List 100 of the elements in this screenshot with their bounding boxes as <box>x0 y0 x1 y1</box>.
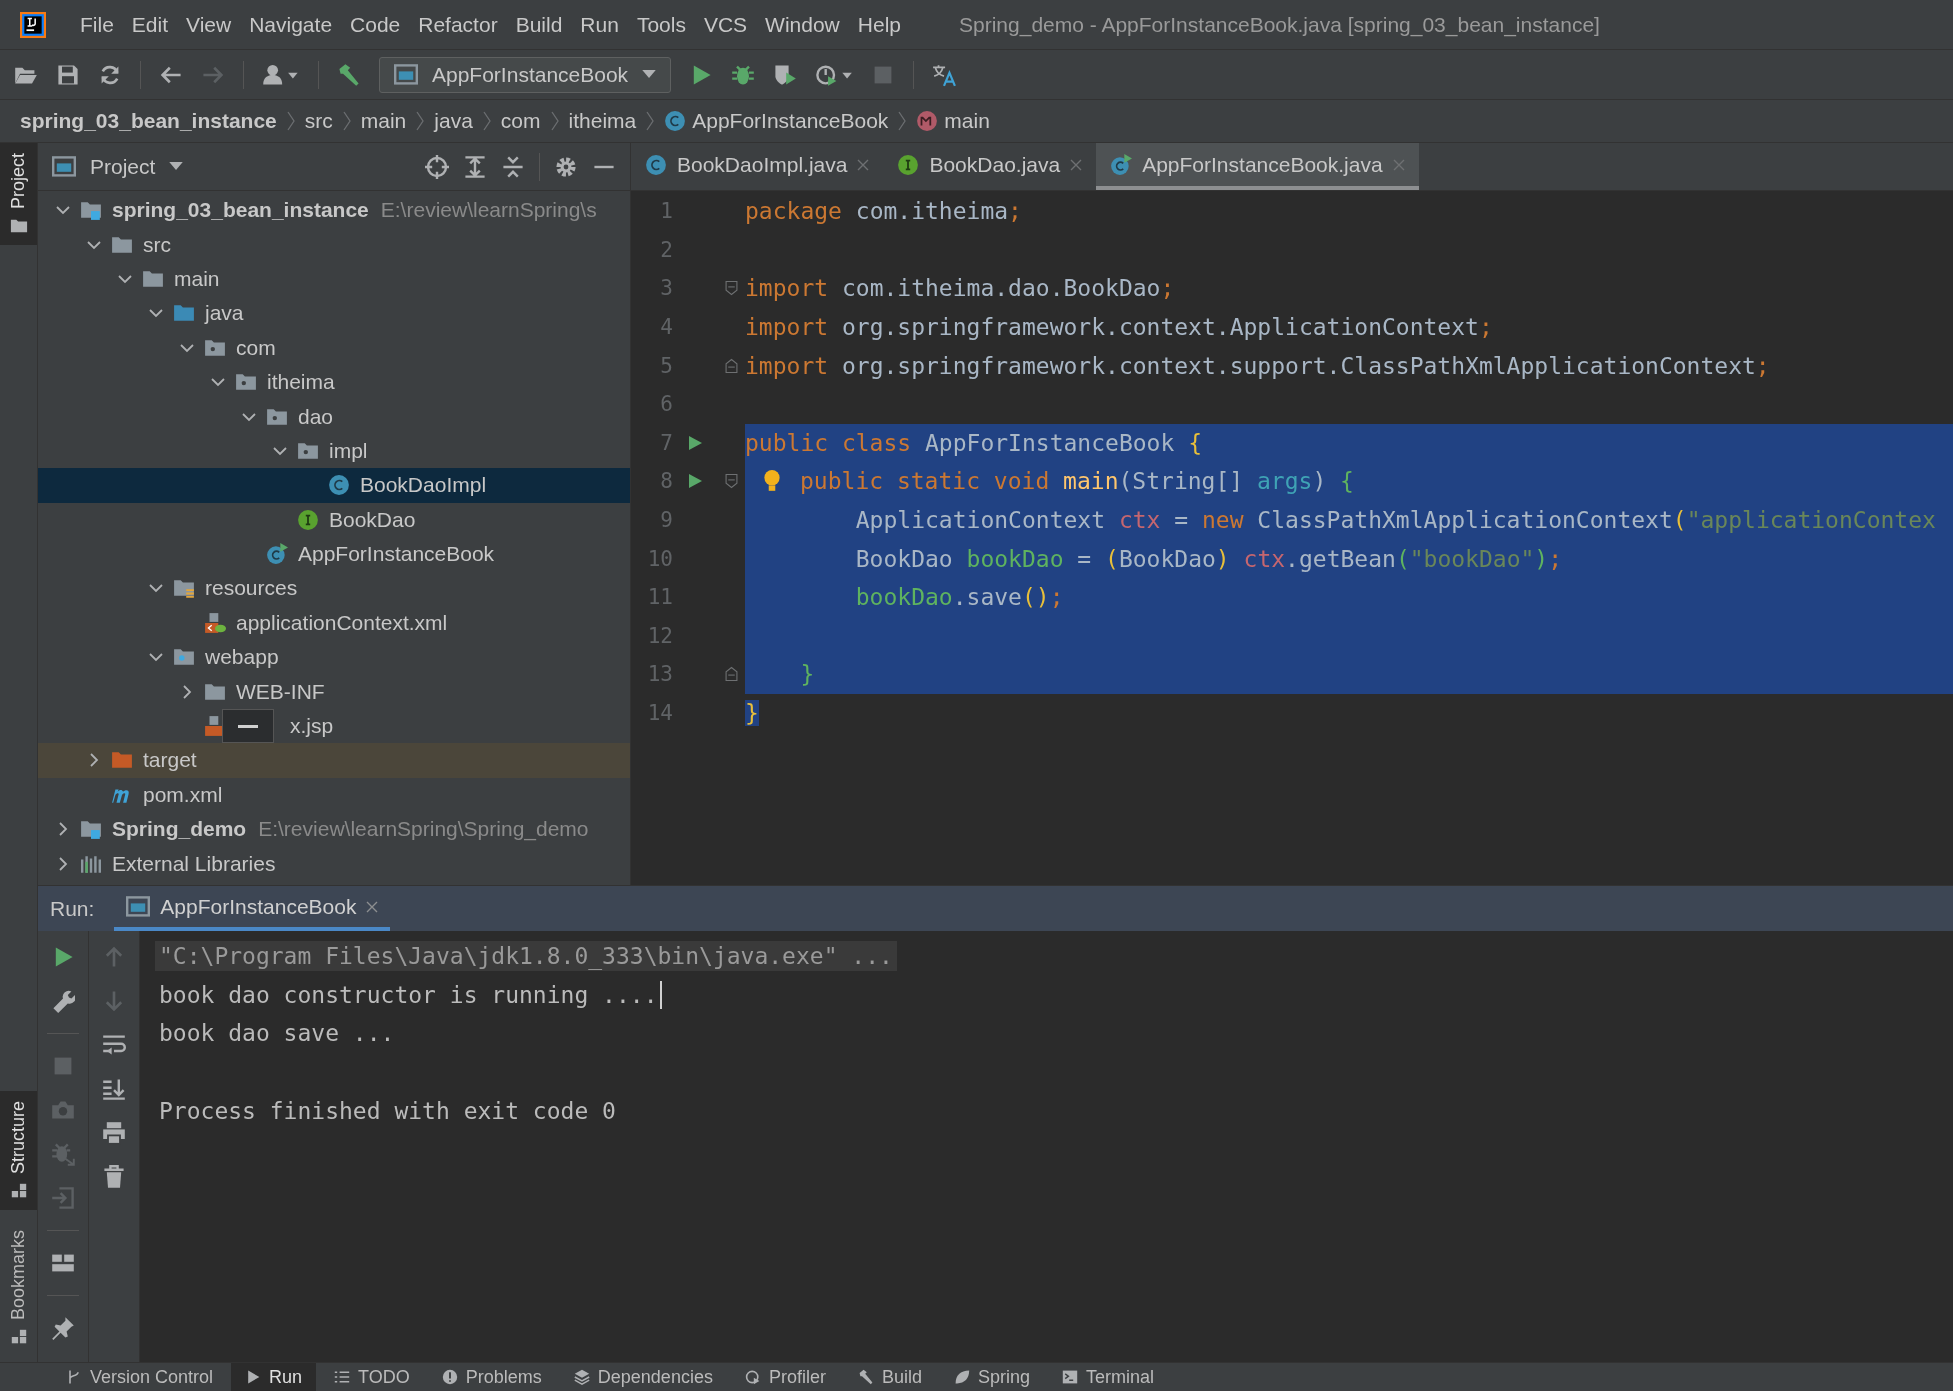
tree-item[interactable]: java <box>38 296 630 331</box>
tool-window-tab[interactable]: Build <box>843 1363 936 1391</box>
breadcrumb-item[interactable]: main <box>916 109 990 133</box>
editor-tab[interactable]: BookDao.java <box>883 143 1097 190</box>
translate-icon[interactable] <box>932 62 957 87</box>
breadcrumb-item[interactable]: spring_03_bean_instance <box>20 109 277 133</box>
fold-icon[interactable] <box>724 357 738 374</box>
chevron-separator-icon <box>342 110 351 132</box>
breadcrumb-item[interactable]: AppForInstanceBook <box>664 109 889 133</box>
chevron-separator-icon <box>898 110 907 132</box>
breadcrumb-item[interactable]: java <box>434 109 473 133</box>
menu-item[interactable]: Edit <box>123 8 177 41</box>
fold-icon[interactable] <box>724 666 738 683</box>
menu-item[interactable]: File <box>72 8 122 41</box>
hammer-icon <box>857 1369 874 1385</box>
tree-item[interactable]: main <box>38 261 630 297</box>
lightbulb-icon[interactable] <box>763 469 781 494</box>
menu-item[interactable]: Tools <box>628 8 694 41</box>
console-output: book dao save ... <box>159 1020 395 1047</box>
module-folder-icon <box>80 199 102 222</box>
tool-window-tab[interactable]: TODO <box>320 1363 424 1391</box>
menu-item[interactable]: VCS <box>695 8 756 41</box>
print-icon[interactable] <box>102 1121 126 1145</box>
soft-wrap-icon[interactable] <box>102 1033 126 1057</box>
tool-window-tab[interactable]: Dependencies <box>559 1363 727 1391</box>
logo-icon <box>20 11 46 38</box>
menu-item[interactable]: Navigate <box>241 8 341 41</box>
module-folder-icon <box>80 818 102 841</box>
settings-icon[interactable] <box>554 154 578 179</box>
tree-item[interactable]: target <box>38 743 630 778</box>
tree-item[interactable]: WEB-INF <box>38 674 630 709</box>
tree-item[interactable]: dao <box>38 399 630 434</box>
tool-window-tab[interactable]: Run <box>231 1363 317 1391</box>
tool-window-tab[interactable]: Version Control <box>52 1363 228 1391</box>
caret-icon[interactable] <box>169 162 184 171</box>
save-icon[interactable] <box>56 62 80 87</box>
menu-item[interactable]: Build <box>507 8 571 41</box>
menu-item[interactable]: Run <box>572 8 627 41</box>
line-number: 5 <box>659 353 673 378</box>
run-gutter-icon[interactable] <box>687 434 703 451</box>
run-config-dropdown[interactable]: AppForInstanceBook <box>379 56 672 93</box>
code-line: package com.itheima; <box>745 198 1022 225</box>
minus-button[interactable] <box>222 709 274 744</box>
editor-tab[interactable]: AppForInstanceBook.java <box>1096 143 1419 190</box>
tree-item[interactable]: impl <box>38 433 630 469</box>
tree-item[interactable]: src <box>38 227 630 262</box>
coverage-shield-icon[interactable] <box>773 62 798 87</box>
wrench-icon[interactable] <box>51 989 75 1013</box>
configuration-tab[interactable]: AppForInstanceBook <box>114 886 391 931</box>
breadcrumb-item[interactable]: main <box>360 109 407 133</box>
tree-item[interactable]: External Libraries <box>38 846 630 881</box>
fold-icon[interactable] <box>724 473 738 490</box>
tree-item[interactable]: Spring_demo E:\review\learnSpring\Spring_demo <box>38 812 630 847</box>
editor-tab[interactable]: BookDaoImpl.java <box>631 143 884 190</box>
window-title: Spring_demo - AppForInstanceBook.java [spring_03_bean_instance] <box>959 12 1600 37</box>
expand-all-icon[interactable] <box>463 154 487 179</box>
scroll-to-end-icon[interactable] <box>102 1077 126 1101</box>
interface-icon <box>297 508 319 531</box>
tree-item[interactable]: AppForInstanceBook <box>38 536 630 572</box>
pin-icon[interactable] <box>51 1316 75 1340</box>
user-dropdown-icon[interactable] <box>262 62 300 87</box>
tree-item[interactable]: resources <box>38 571 630 606</box>
tool-window-tab[interactable]: Problems <box>427 1363 556 1391</box>
line-number: 10 <box>646 546 673 571</box>
tool-window-tab[interactable]: Terminal <box>1048 1363 1168 1391</box>
tree-item[interactable]: applicationContext.xml <box>38 605 630 641</box>
chevron-separator-icon <box>482 110 491 132</box>
line-number: 14 <box>646 701 673 725</box>
tree-item[interactable]: itheima <box>38 364 630 400</box>
class-icon <box>266 543 288 566</box>
fold-icon[interactable] <box>724 280 738 297</box>
tree-item[interactable]: webapp <box>38 640 630 675</box>
crosshair-icon[interactable] <box>425 154 449 179</box>
collapse-all-icon[interactable] <box>501 154 525 179</box>
breadcrumb-item[interactable]: src <box>304 109 333 133</box>
tool-window-tab[interactable]: Structure <box>0 1090 37 1210</box>
breadcrumb-item[interactable]: itheima <box>568 109 637 133</box>
trash-icon[interactable] <box>102 1165 126 1189</box>
tool-window-tab[interactable]: Spring <box>939 1363 1044 1391</box>
menu-item[interactable]: Help <box>849 8 909 41</box>
close-icon[interactable] <box>366 900 379 913</box>
tree-item[interactable]: spring_03_bean_instance E:\review\learnSpring\s <box>38 193 630 228</box>
breadcrumb-item[interactable]: com <box>500 109 541 133</box>
line-number: 7 <box>659 430 673 455</box>
menu-item[interactable]: Refactor <box>410 8 506 41</box>
panel-title[interactable]: Project <box>90 154 156 179</box>
tool-window-tab[interactable]: Bookmarks <box>0 1219 37 1356</box>
tree-item[interactable]: BookDaoImpl <box>38 468 630 503</box>
code-line: import com.itheima.dao.BookDao; <box>745 275 1175 302</box>
tool-window-tab[interactable]: Project <box>0 143 37 246</box>
hammer-icon[interactable] <box>337 62 361 87</box>
menu-item[interactable]: Window <box>757 8 848 41</box>
tree-item[interactable]: pom.xml <box>38 777 630 813</box>
tool-window-tab[interactable]: Profiler <box>730 1363 840 1391</box>
menu-item[interactable]: View <box>178 8 240 41</box>
run-gutter-icon[interactable] <box>687 473 703 490</box>
menu-item[interactable]: Code <box>342 8 409 41</box>
tree-item[interactable]: x.jsp <box>38 708 630 744</box>
tree-item[interactable]: com <box>38 330 630 365</box>
tree-item[interactable]: BookDao <box>38 502 630 537</box>
